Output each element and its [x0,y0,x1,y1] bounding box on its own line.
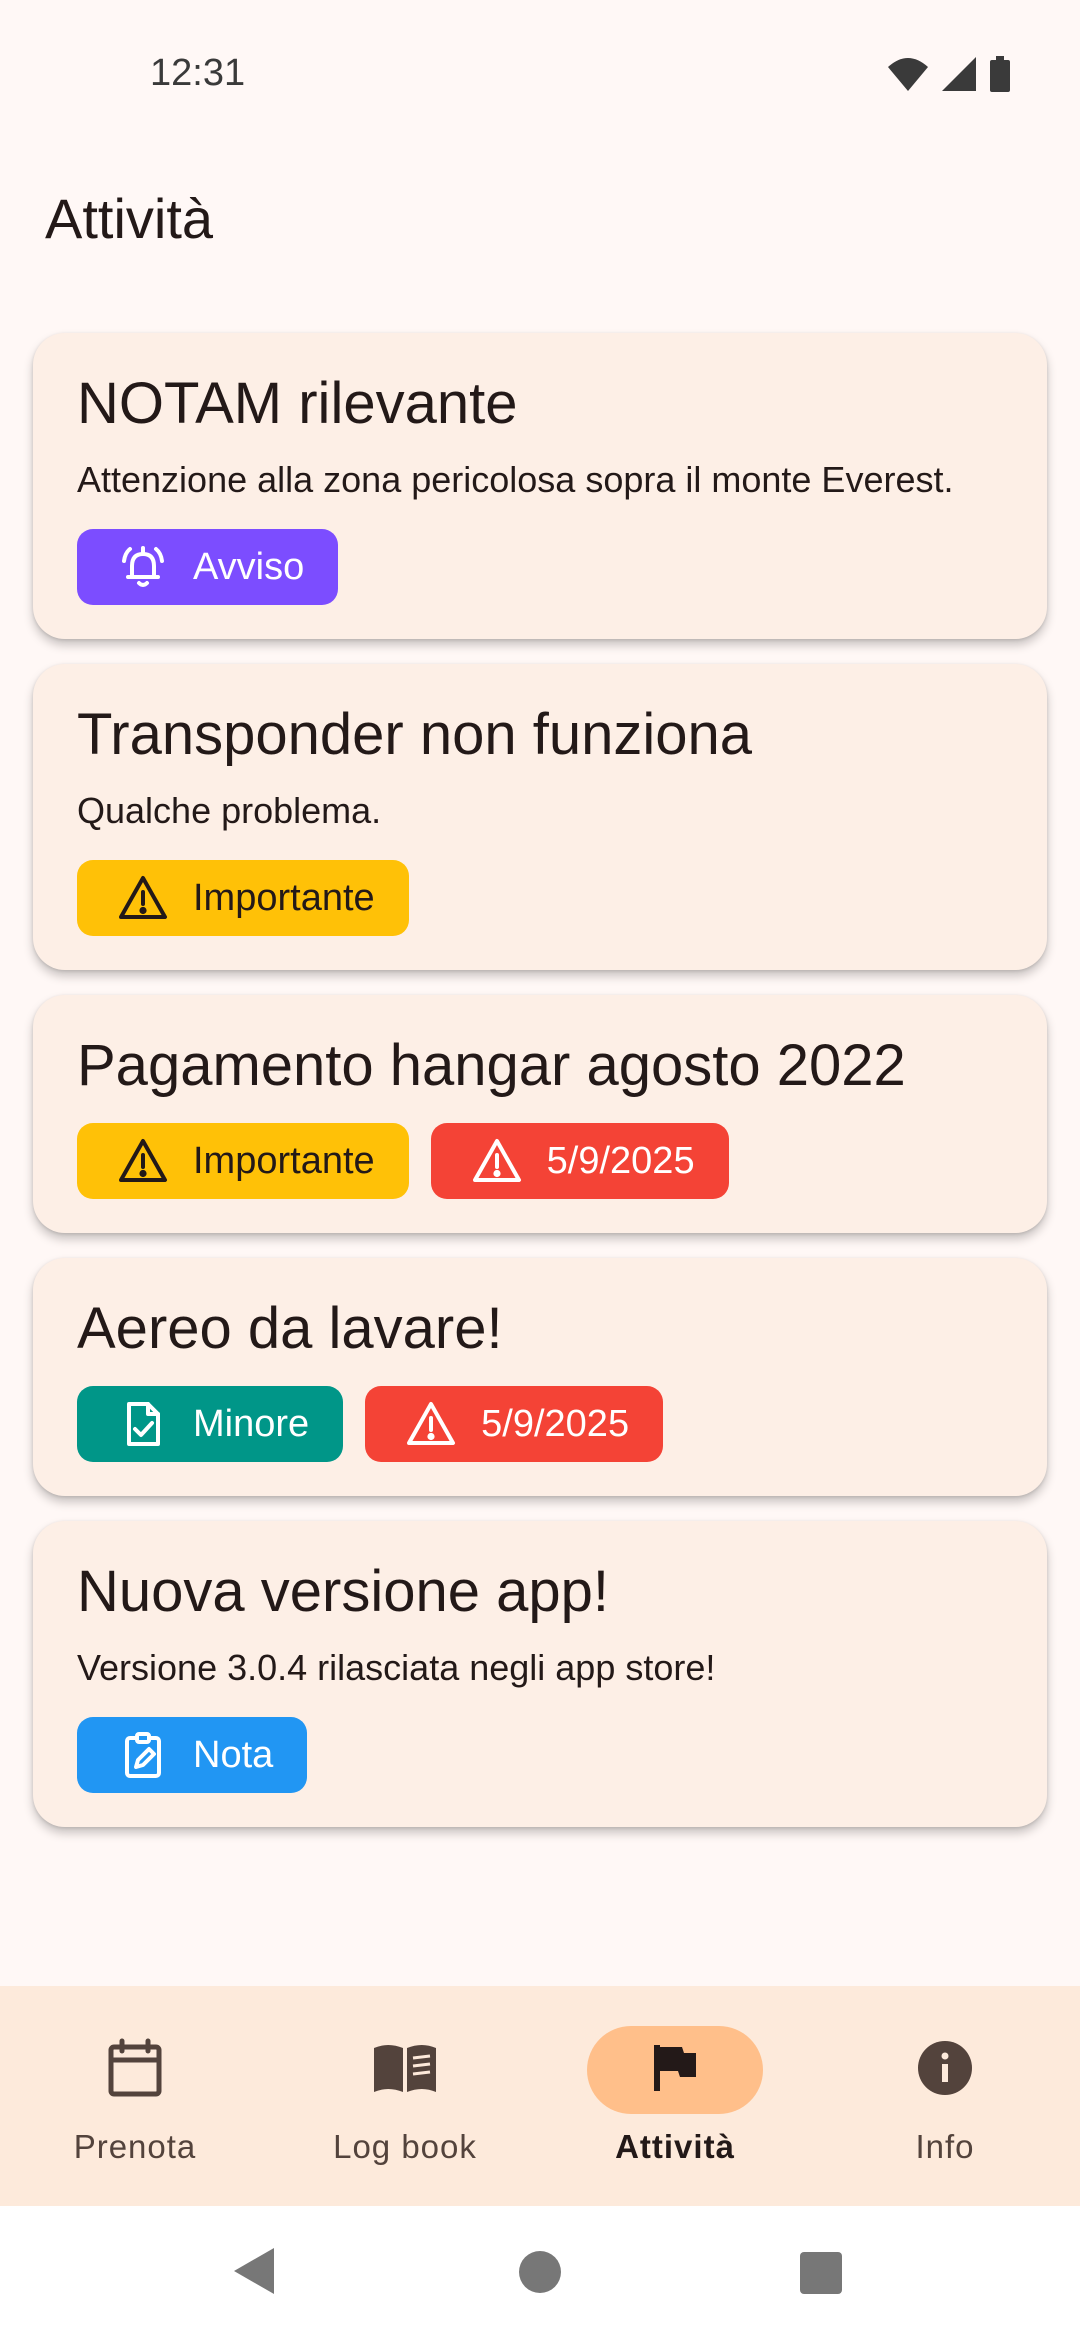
bottom-navigation: Prenota Log book Attività Info [0,1986,1080,2206]
card-title: Pagamento hangar agosto 2022 [77,1033,906,1098]
chip-label: Avviso [193,545,305,588]
chip-label: Minore [193,1402,310,1445]
activity-card[interactable]: Transponder non funziona Qualche problem… [33,664,1047,970]
card-description: Versione 3.0.4 rilasciata negli app stor… [77,1647,716,1688]
status-bar: 12:31 [0,0,1080,150]
nav-icon-container [857,2026,1033,2114]
document-check-icon [117,1398,169,1450]
nav-label: Prenota [73,2128,197,2165]
chip-label: 5/9/2025 [481,1402,630,1445]
wifi-icon [888,57,928,96]
recents-icon[interactable] [800,2252,842,2299]
calendar-icon [107,2038,163,2103]
warning-icon [405,1398,457,1450]
chip-row: Importante [77,860,1003,936]
nav-label: Attività [615,2128,735,2165]
signal-icon [942,57,976,96]
nav-item-attivita[interactable]: Attività [540,1986,810,2206]
warning-icon [117,872,169,924]
chip-avviso[interactable]: Avviso [77,529,339,605]
nav-item-prenota[interactable]: Prenota [0,1986,270,2206]
activity-card[interactable]: Aereo da lavare! Minore 5/9/2025 [33,1258,1047,1496]
card-title: Transponder non funziona [77,702,752,767]
back-icon[interactable] [232,2246,276,2301]
nav-item-info[interactable]: Info [810,1986,1080,2206]
chip-row: Nota [77,1717,1003,1793]
chip-label: Importante [193,1139,375,1182]
chip-row: Minore 5/9/2025 [77,1386,1003,1462]
warning-icon [117,1135,169,1187]
activity-card[interactable]: Nuova versione app! Versione 3.0.4 rilas… [33,1521,1047,1827]
chip-due-date[interactable]: 5/9/2025 [430,1123,729,1199]
status-icons [888,56,1010,97]
flag-icon [652,2043,698,2098]
nav-icon-container [317,2026,493,2114]
alarm-bell-icon [117,541,169,593]
card-title: Nuova versione app! [77,1559,609,1624]
info-icon [916,2039,974,2102]
chip-row: Importante 5/9/2025 [77,1123,1003,1199]
system-navigation-bar [0,2206,1080,2340]
chip-label: 5/9/2025 [546,1139,695,1182]
card-description: Attenzione alla zona pericolosa sopra il… [77,459,954,500]
activity-list: NOTAM rilevante Attenzione alla zona per… [33,333,1047,1827]
nav-item-log-book[interactable]: Log book [270,1986,540,2206]
battery-icon [990,56,1010,97]
app-screen: 12:31 Attività NOTAM rilevante Attenzion… [0,0,1080,2340]
nav-icon-container [47,2026,223,2114]
book-icon [372,2042,438,2099]
chip-importante[interactable]: Importante [77,860,409,936]
card-title: Aereo da lavare! [77,1296,503,1361]
card-title: NOTAM rilevante [77,371,518,436]
activity-card[interactable]: NOTAM rilevante Attenzione alla zona per… [33,333,1047,639]
chip-due-date[interactable]: 5/9/2025 [365,1386,664,1462]
chip-row: Avviso [77,529,1003,605]
chip-minore[interactable]: Minore [77,1386,344,1462]
activity-card[interactable]: Pagamento hangar agosto 2022 Importante [33,995,1047,1233]
status-time: 12:31 [150,52,246,94]
nav-label: Log book [333,2128,477,2165]
nav-label: Info [915,2128,975,2165]
page-title: Attività [45,187,214,250]
card-description: Qualche problema. [77,790,382,831]
chip-label: Nota [193,1733,274,1776]
warning-icon [471,1135,523,1187]
chip-label: Importante [193,876,375,919]
home-icon[interactable] [518,2250,562,2299]
nav-icon-container [587,2026,763,2114]
clipboard-edit-icon [117,1729,169,1781]
chip-importante[interactable]: Importante [77,1123,409,1199]
chip-nota[interactable]: Nota [77,1717,308,1793]
